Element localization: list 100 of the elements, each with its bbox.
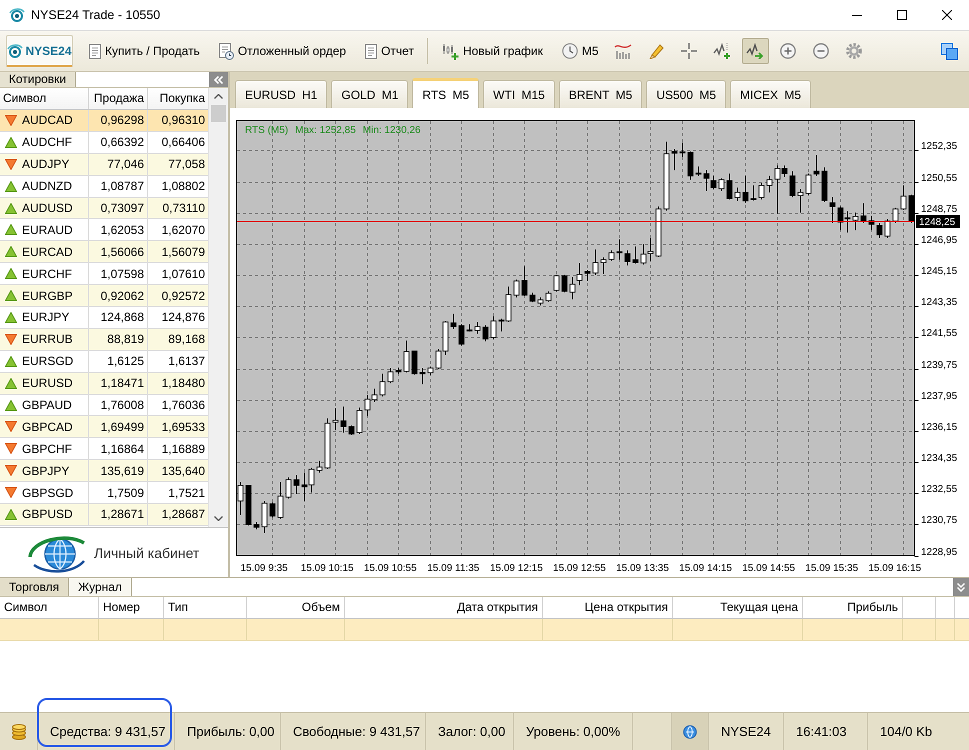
chart-tab[interactable]: BRENT M5: [558, 80, 642, 108]
double-chevron-down-icon: [957, 582, 965, 592]
chart-tab[interactable]: GOLD M1: [331, 80, 408, 108]
quote-row[interactable]: EURRUB 88,819 89,168: [0, 328, 208, 351]
quote-row[interactable]: EURGBP 0,92062 0,92572: [0, 285, 208, 308]
quote-row[interactable]: GBPAUD 1,76008 1,76036: [0, 394, 208, 416]
column-header[interactable]: Текущая цена: [673, 597, 803, 618]
quote-row[interactable]: AUDNZD 1,08787 1,08802: [0, 176, 208, 198]
coins-icon: [12, 724, 26, 740]
chart-legend-text: Min: 1230,26: [362, 125, 421, 136]
pending-order-button[interactable]: Отложенный ордер: [210, 38, 354, 64]
column-header[interactable]: Покупка: [148, 88, 208, 109]
time-axis-label: 15.09 14:15: [679, 563, 732, 574]
bid-price: 1,76008: [100, 398, 144, 412]
quote-row[interactable]: AUDCAD 0,96298 0,96310: [0, 110, 208, 132]
column-header[interactable]: Тип: [164, 597, 247, 618]
ref-line-label: 1248,25: [919, 217, 956, 228]
bid-price: 1,6125: [107, 354, 144, 368]
chart-curve-icon: [614, 43, 632, 59]
symbol-label: GBPJPY: [22, 464, 70, 478]
chevron-up-icon: [214, 94, 223, 99]
bar-chart-plus-icon: [440, 42, 459, 60]
quote-row[interactable]: GBPCAD 1,69499 1,69533: [0, 416, 208, 438]
collapse-button[interactable]: [209, 72, 228, 87]
quote-row[interactable]: AUDJPY 77,046 77,058: [0, 154, 208, 176]
ask-price: 89,168: [168, 332, 205, 346]
chart-tab[interactable]: WTI M15: [483, 80, 555, 108]
time-axis-label: 15.09 12:55: [553, 563, 606, 574]
globe-icon: [683, 724, 697, 738]
status-text: Средства: 9 431,57: [50, 724, 166, 739]
ask-price: 1,69533: [162, 420, 205, 434]
candle-body: [822, 170, 828, 201]
ask-price: 1,08802: [162, 179, 205, 194]
column-header[interactable]: Символ: [0, 88, 89, 109]
logo-icon: [9, 7, 25, 23]
line-arrow-icon: [746, 43, 764, 59]
quote-row[interactable]: EURUSD 1,18471 1,18480: [0, 372, 208, 395]
quote-row[interactable]: EURAUD 1,62053 1,62070: [0, 219, 208, 242]
quote-row[interactable]: EURSGD 1,6125 1,6137: [0, 350, 208, 373]
traffic-counter: 104/0 Kb: [880, 724, 932, 739]
candle-body: [514, 280, 520, 296]
chart-tab[interactable]: RTS M5: [412, 78, 480, 108]
quote-row[interactable]: AUDCHF 0,66392 0,66406: [0, 132, 208, 154]
ask-price: 1,28687: [162, 507, 205, 522]
quote-row[interactable]: EURCAD 1,56066 1,56079: [0, 241, 208, 264]
timeframe-button[interactable]: M5: [554, 38, 607, 64]
crosshair-icon: [681, 43, 698, 59]
price-axis-label: 1243,35: [921, 297, 958, 308]
window-title: NYSE24 Trade - 10550: [31, 8, 160, 22]
bid-price: 0,96298: [100, 113, 144, 128]
chart-tab[interactable]: MICEX M5: [730, 80, 812, 108]
time-axis-label: 15.09 12:15: [490, 563, 543, 574]
panel-tab[interactable]: Котировки: [0, 72, 76, 87]
column-header[interactable]: Дата открытия: [345, 597, 543, 618]
chart-tab[interactable]: US500 M5: [646, 80, 726, 108]
column-header[interactable]: Прибыль: [803, 597, 903, 618]
clock-icon: [562, 43, 578, 59]
price-axis-label: 1246,95: [921, 235, 958, 246]
time-axis-label: 15.09 14:55: [742, 563, 796, 574]
column-header[interactable]: Символ: [0, 597, 99, 618]
quote-row[interactable]: GBPCHF 1,16864 1,16889: [0, 438, 208, 460]
column-header[interactable]: Продажа: [89, 88, 148, 109]
candle-body: [688, 152, 694, 176]
symbol-label: EURUSD: [22, 376, 73, 390]
overlapping-squares-icon: [941, 42, 958, 60]
panel-tab[interactable]: Торговля: [0, 578, 70, 596]
autoscroll-button[interactable]: [742, 38, 769, 64]
bid-price: 1,16864: [100, 442, 144, 456]
time-axis-label: 15.09 15:35: [805, 563, 858, 574]
server-name: NYSE24: [721, 724, 771, 739]
symbol-label: EURRUB: [22, 332, 73, 346]
symbol-label: AUDUSD: [22, 201, 73, 215]
time-axis-label: 15.09 10:55: [364, 563, 417, 574]
panel-tab[interactable]: Журнал: [69, 578, 132, 596]
quote-row[interactable]: EURJPY 124,868 124,876: [0, 307, 208, 329]
quote-row[interactable]: GBPSGD 1,7509 1,7521: [0, 482, 208, 504]
quote-row[interactable]: GBPUSD 1,28671 1,28687: [0, 504, 208, 526]
buy-sell-button[interactable]: Купить / Продать: [81, 38, 208, 64]
quote-row[interactable]: GBPJPY 135,619 135,640: [0, 460, 208, 482]
quote-row[interactable]: AUDUSD 0,73097 0,73110: [0, 198, 208, 220]
scrollbar-thumb[interactable]: [211, 105, 226, 122]
time-axis-label: 15.09 13:35: [616, 563, 669, 574]
report-button[interactable]: Отчет: [357, 38, 422, 64]
column-header[interactable]: Объем: [247, 597, 345, 618]
bid-price: 1,56066: [100, 244, 144, 259]
scrollbar[interactable]: [208, 88, 228, 527]
document-clock-icon: [218, 42, 234, 60]
logo-button[interactable]: NYSE24: [6, 35, 73, 67]
price-axis-label: 1239,75: [921, 360, 958, 371]
column-header[interactable]: Цена открытия: [543, 597, 673, 618]
quote-row[interactable]: EURCHF 1,07598 1,07610: [0, 263, 208, 286]
bid-price: 1,07598: [100, 266, 144, 281]
column-header[interactable]: Номер: [99, 597, 164, 618]
new-chart-button[interactable]: Новый график: [432, 38, 551, 64]
chart-tab[interactable]: EURUSD H1: [235, 80, 328, 108]
collapse-button[interactable]: [953, 578, 969, 596]
candle-body: [482, 326, 488, 340]
chart-legend-text: Max: 1252,85: [295, 125, 356, 136]
double-chevron-left-icon: [214, 76, 223, 84]
price-axis-label: 1236,15: [921, 422, 958, 433]
